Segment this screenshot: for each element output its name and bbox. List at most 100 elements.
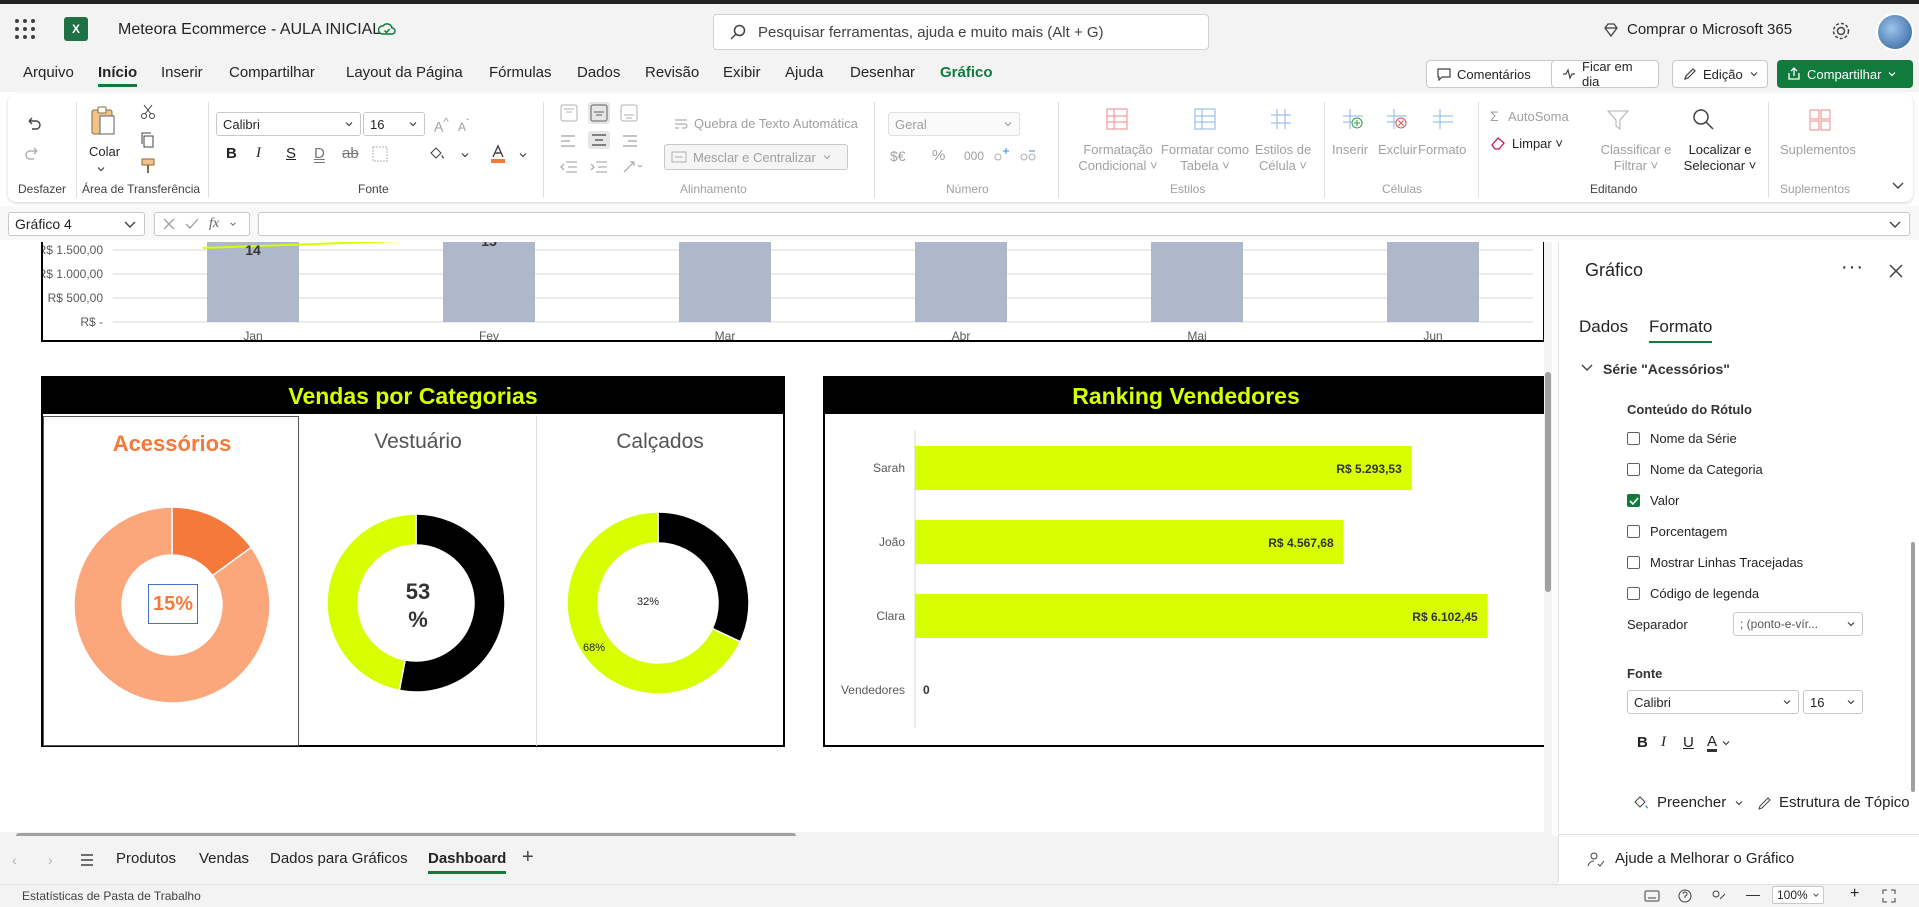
- addins-button[interactable]: Suplementos: [1780, 142, 1856, 157]
- workbook-stats-button[interactable]: Estatísticas de Pasta de Trabalho: [22, 889, 201, 903]
- add-sheet-icon[interactable]: +: [522, 846, 534, 869]
- paste-label[interactable]: Colar: [89, 144, 120, 159]
- underline-icon[interactable]: S: [286, 145, 296, 162]
- find-select-button[interactable]: Localizar e Selecionar ˅: [1680, 142, 1760, 174]
- improve-chart-button[interactable]: Ajude a Melhorar o Gráfico: [1558, 834, 1919, 882]
- chevron-down-icon[interactable]: [460, 150, 470, 160]
- insert-function-button[interactable]: fx: [209, 216, 219, 232]
- zoom-out-button[interactable]: —: [1746, 886, 1760, 902]
- wrap-text-icon[interactable]: [674, 118, 688, 130]
- sheet-list-icon[interactable]: [80, 854, 94, 866]
- merge-center-button[interactable]: Mesclar e Centralizar: [664, 144, 848, 170]
- delete-cells-button[interactable]: Excluir: [1378, 142, 1417, 157]
- avatar[interactable]: [1876, 13, 1914, 51]
- cell-styles-button[interactable]: Estilos de Célula ˅: [1252, 142, 1314, 174]
- label-option-3[interactable]: Porcentagem: [1627, 524, 1727, 539]
- vertical-scroll-thumb[interactable]: [1545, 372, 1551, 592]
- menu-layout[interactable]: Layout da Página: [346, 64, 463, 81]
- close-icon[interactable]: [1889, 264, 1903, 278]
- chevron-down-icon[interactable]: [1721, 738, 1731, 748]
- keyboard-icon[interactable]: [1644, 890, 1660, 902]
- gear-icon[interactable]: [1830, 20, 1852, 42]
- align-left-icon[interactable]: [560, 134, 578, 148]
- monthly-sales-chart[interactable]: R$ 1.500,00 R$ 1.000,00 R$ 500,00 R$ - Jan Fe…: [41, 242, 1545, 342]
- zoom-select[interactable]: 100%: [1772, 886, 1824, 904]
- chevron-down-icon[interactable]: [518, 150, 528, 160]
- increase-font-icon[interactable]: A^: [434, 116, 449, 135]
- sheet-tab-dados-graficos[interactable]: Dados para Gráficos: [270, 850, 408, 867]
- accessories-panel[interactable]: Acessórios 15%: [43, 416, 299, 746]
- label-option-1[interactable]: Nome da Categoria: [1627, 462, 1763, 477]
- checkbox[interactable]: [1627, 494, 1640, 507]
- pane-bold-button[interactable]: B: [1637, 734, 1648, 751]
- zoom-in-button[interactable]: +: [1850, 885, 1859, 903]
- seller-ranking-chart[interactable]: Ranking Vendedores Sarah R$ 5.293,53 João R…: [823, 376, 1547, 747]
- wrap-text-button[interactable]: Quebra de Texto Automática: [694, 116, 858, 131]
- borders-icon[interactable]: [372, 146, 388, 162]
- checkbox[interactable]: [1627, 525, 1640, 538]
- cut-icon[interactable]: [140, 104, 156, 120]
- increase-indent-icon[interactable]: [590, 160, 608, 174]
- percent-icon[interactable]: %: [932, 147, 945, 164]
- pane-font-color-button[interactable]: A: [1707, 734, 1718, 752]
- prev-sheet-icon[interactable]: ‹: [12, 852, 17, 868]
- chevron-down-icon[interactable]: [96, 164, 106, 174]
- check-icon[interactable]: [185, 218, 199, 230]
- accessibility-icon[interactable]: [1710, 889, 1726, 903]
- currency-icon[interactable]: $€: [890, 148, 906, 164]
- pane-italic-button[interactable]: I: [1661, 734, 1666, 751]
- saved-status-icon[interactable]: [378, 21, 396, 39]
- align-middle-icon[interactable]: [588, 102, 610, 124]
- menu-exibir[interactable]: Exibir: [723, 64, 761, 81]
- decrease-font-icon[interactable]: Aˇ: [458, 118, 469, 134]
- strikethrough-icon[interactable]: ab: [342, 145, 359, 162]
- menu-grafico[interactable]: Gráfico: [940, 64, 993, 81]
- sort-filter-button[interactable]: Classificar e Filtrar ˅: [1596, 142, 1676, 174]
- label-option-0[interactable]: Nome da Série: [1627, 431, 1737, 446]
- pane-font-size-select[interactable]: 16: [1803, 690, 1863, 714]
- sort-filter-icon[interactable]: [1606, 108, 1630, 132]
- tab-format[interactable]: Formato: [1649, 317, 1713, 343]
- checkbox[interactable]: [1627, 432, 1640, 445]
- addins-icon[interactable]: [1808, 108, 1832, 132]
- autosum-button[interactable]: AutoSoma: [1508, 109, 1569, 124]
- format-as-table-button[interactable]: Formatar como Tabela ˅: [1158, 142, 1252, 174]
- format-cells-button[interactable]: Formato: [1418, 142, 1466, 157]
- number-format-select[interactable]: Geral: [888, 112, 1020, 136]
- label-option-4[interactable]: Mostrar Linhas Tracejadas: [1627, 555, 1803, 570]
- thousands-icon[interactable]: 000: [964, 149, 984, 163]
- sheet-tab-vendas[interactable]: Vendas: [199, 850, 249, 867]
- format-painter-icon[interactable]: [140, 158, 156, 174]
- editing-mode-button[interactable]: Edição: [1672, 60, 1768, 88]
- menu-ajuda[interactable]: Ajuda: [785, 64, 823, 81]
- double-underline-icon[interactable]: D: [314, 145, 325, 162]
- format-cells-icon[interactable]: [1432, 108, 1454, 130]
- series-section-title[interactable]: Série "Acessórios": [1603, 361, 1730, 377]
- separator-select[interactable]: ; (ponto-e-vír...: [1733, 612, 1863, 636]
- paste-icon[interactable]: [90, 106, 116, 136]
- worksheet-canvas[interactable]: R$ 1.500,00 R$ 1.000,00 R$ 500,00 R$ - Jan Fe…: [0, 242, 1552, 832]
- checkbox[interactable]: [1627, 587, 1640, 600]
- menu-arquivo[interactable]: Arquivo: [23, 64, 74, 81]
- orientation-icon[interactable]: [622, 160, 644, 174]
- chevron-down-icon[interactable]: [229, 220, 237, 228]
- font-size-select[interactable]: 16: [363, 112, 425, 136]
- insert-cells-button[interactable]: Inserir: [1332, 142, 1368, 157]
- share-button[interactable]: Compartilhar: [1777, 60, 1913, 88]
- sheet-tab-dashboard[interactable]: Dashboard: [428, 850, 507, 874]
- fill-button[interactable]: Preencher: [1633, 794, 1744, 811]
- align-center-icon[interactable]: [588, 131, 610, 149]
- copy-icon[interactable]: [140, 132, 156, 148]
- align-right-icon[interactable]: [620, 134, 638, 148]
- autosum-icon[interactable]: Σ: [1490, 108, 1499, 124]
- sheet-tab-produtos[interactable]: Produtos: [116, 850, 176, 867]
- menu-dados[interactable]: Dados: [577, 64, 620, 81]
- shoes-panel[interactable]: Calçados 32% 68%: [537, 416, 783, 746]
- pane-scrollbar[interactable]: [1911, 342, 1917, 822]
- document-title[interactable]: Meteora Ecommerce - AULA INICIAL: [118, 21, 381, 39]
- clothing-panel[interactable]: Vestuário 53%: [299, 416, 537, 746]
- pane-font-name-select[interactable]: Calibri: [1627, 690, 1799, 714]
- align-bottom-icon[interactable]: [620, 104, 638, 122]
- conditional-format-icon[interactable]: [1106, 108, 1128, 130]
- align-top-icon[interactable]: [560, 104, 578, 122]
